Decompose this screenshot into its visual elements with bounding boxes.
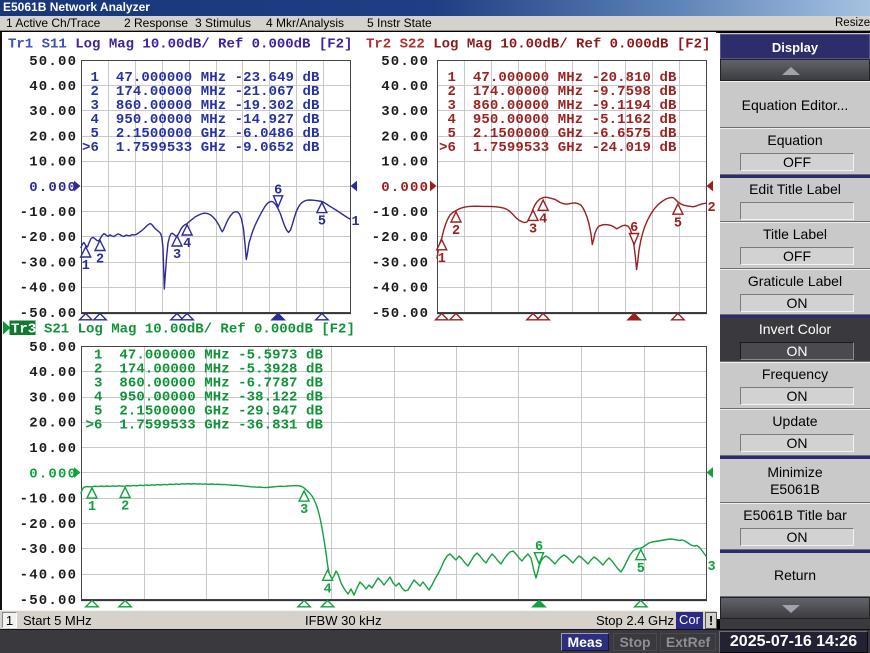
svg-text:20.00: 20.00	[29, 129, 77, 145]
svg-text:>6 1.7599533 GHz -24.019 dB: >6 1.7599533 GHz -24.019 dB	[439, 140, 677, 156]
svg-text:3: 3	[300, 503, 308, 518]
svg-text:3: 3	[708, 560, 716, 575]
svg-text:3: 3	[529, 223, 537, 238]
svg-text:10.00: 10.00	[29, 441, 77, 457]
svg-text:4: 4	[539, 212, 547, 227]
svg-text:6: 6	[535, 540, 543, 555]
svg-text:Tr3: Tr3	[11, 322, 36, 338]
svg-text:-10.00: -10.00	[20, 205, 78, 221]
svg-text:-20.00: -20.00	[20, 230, 78, 246]
svg-text:-30.00: -30.00	[20, 542, 78, 558]
svg-text:6: 6	[274, 183, 282, 198]
svg-text:-30.00: -30.00	[372, 255, 430, 271]
svg-text:-50.00: -50.00	[20, 306, 78, 322]
svg-text:0.000: 0.000	[29, 466, 77, 482]
svg-text:4: 4	[324, 582, 332, 597]
svg-text:Tr1 S11 Log Mag 10.00dB/ Ref 0: Tr1 S11 Log Mag 10.00dB/ Ref 0.000dB [F2…	[8, 37, 352, 53]
svg-text:3: 3	[173, 248, 181, 263]
svg-text:50.00: 50.00	[29, 340, 77, 356]
svg-text:5: 5	[674, 216, 682, 231]
svg-text:-20.00: -20.00	[372, 230, 430, 246]
svg-text:0.000: 0.000	[381, 180, 429, 196]
svg-text:1: 1	[438, 252, 446, 267]
svg-text:S21 Log Mag 10.00dB/ Ref 0.000: S21 Log Mag 10.00dB/ Ref 0.000dB [F2]	[44, 322, 355, 338]
svg-text:-50.00: -50.00	[372, 306, 430, 322]
svg-text:1: 1	[88, 500, 96, 515]
svg-text:-10.00: -10.00	[20, 492, 78, 508]
svg-text:1: 1	[82, 259, 90, 274]
svg-text:50.00: 50.00	[381, 54, 429, 70]
svg-text:30.00: 30.00	[29, 390, 77, 406]
svg-text:-40.00: -40.00	[372, 281, 430, 297]
svg-text:-40.00: -40.00	[20, 568, 78, 584]
svg-text:10.00: 10.00	[381, 155, 429, 171]
svg-text:1: 1	[352, 215, 360, 230]
svg-text:-40.00: -40.00	[20, 281, 78, 297]
svg-text:>6 1.7599533 GHz -9.0652 dB: >6 1.7599533 GHz -9.0652 dB	[82, 140, 320, 156]
svg-text:2: 2	[452, 224, 460, 239]
svg-text:0.000: 0.000	[29, 180, 77, 196]
svg-text:40.00: 40.00	[381, 79, 429, 95]
svg-text:5: 5	[637, 562, 645, 577]
svg-text:Tr2 S22 Log Mag 10.00dB/ Ref 0: Tr2 S22 Log Mag 10.00dB/ Ref 0.000dB [F2…	[366, 37, 710, 53]
svg-text:20.00: 20.00	[29, 416, 77, 432]
svg-text:2: 2	[121, 500, 129, 515]
svg-text:20.00: 20.00	[381, 129, 429, 145]
svg-text:4: 4	[183, 237, 191, 252]
svg-text:2: 2	[708, 201, 716, 216]
svg-text:30.00: 30.00	[381, 104, 429, 120]
svg-text:-50.00: -50.00	[20, 593, 78, 609]
svg-text:10.00: 10.00	[29, 155, 77, 171]
svg-text:-30.00: -30.00	[20, 255, 78, 271]
svg-text:40.00: 40.00	[29, 365, 77, 381]
svg-text:>6 1.7599533 GHz -36.831 dB: >6 1.7599533 GHz -36.831 dB	[86, 418, 324, 434]
svg-text:5: 5	[318, 215, 326, 230]
svg-text:50.00: 50.00	[29, 54, 77, 70]
svg-text:-20.00: -20.00	[20, 517, 78, 533]
svg-text:6: 6	[630, 221, 638, 236]
svg-text:30.00: 30.00	[29, 104, 77, 120]
svg-text:2: 2	[96, 253, 104, 268]
svg-text:-10.00: -10.00	[372, 205, 430, 221]
svg-text:40.00: 40.00	[29, 79, 77, 95]
